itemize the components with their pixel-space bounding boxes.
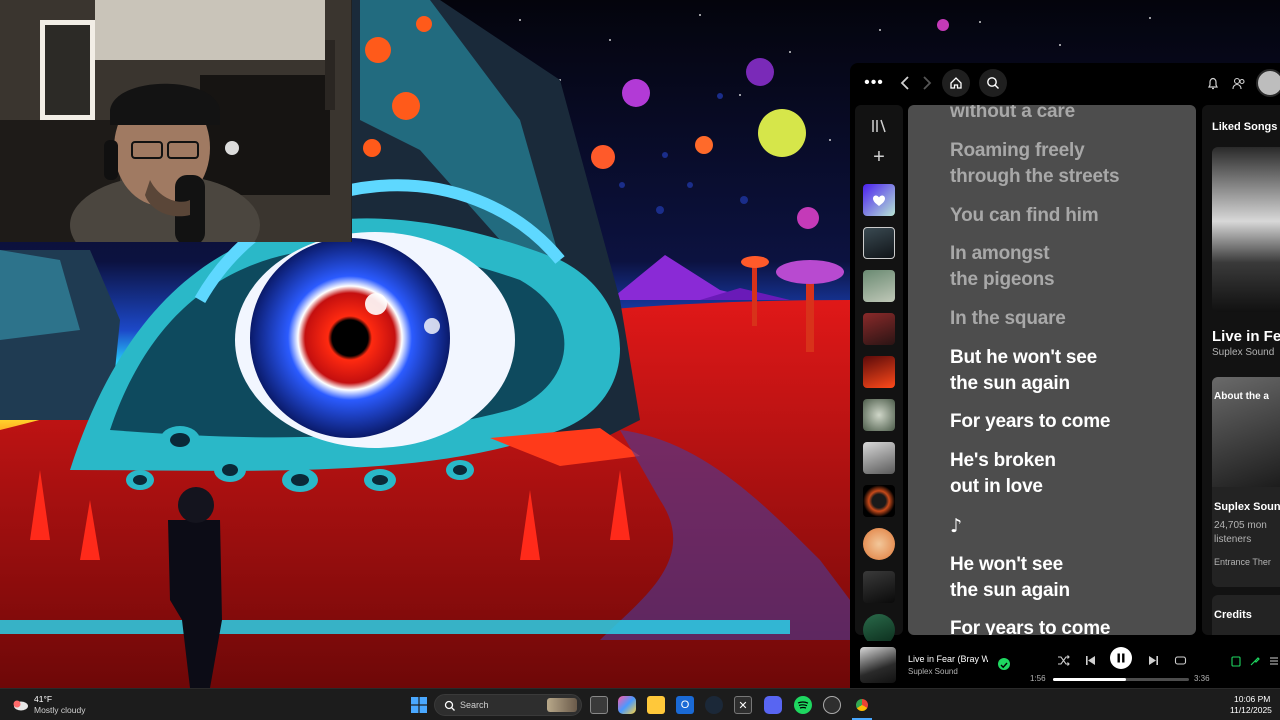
heart-icon <box>873 195 885 206</box>
more-options-icon[interactable]: ••• <box>864 73 884 93</box>
elapsed-time: 1:56 <box>1030 674 1046 683</box>
monthly-listeners-count: 24,705 mon <box>1214 520 1267 531</box>
search-button[interactable] <box>979 69 1007 97</box>
lyric-line[interactable]: Roaming freely <box>950 138 1190 164</box>
library-item-album-6[interactable] <box>863 442 895 474</box>
now-playing-panel: Liked Songs Live in Fea Suplex Sound Abo… <box>1202 105 1280 635</box>
next-track-icon[interactable] <box>1145 653 1161 667</box>
webcam-feed <box>0 0 351 242</box>
shuffle-icon[interactable] <box>1055 653 1071 667</box>
player-album-thumbnail[interactable] <box>860 647 896 683</box>
forward-arrow-icon[interactable] <box>920 73 934 93</box>
outlook-icon[interactable]: O <box>676 696 694 714</box>
library-item-liked-songs[interactable] <box>863 184 895 216</box>
lyric-line[interactable]: In the square <box>950 306 1190 332</box>
artist-name[interactable]: Suplex Soun <box>1214 501 1280 513</box>
pause-icon <box>1117 653 1125 663</box>
lyric-line[interactable]: In amongst <box>950 241 1190 267</box>
task-view-icon[interactable] <box>590 696 608 714</box>
weather-icon[interactable] <box>10 694 30 714</box>
lyric-line[interactable]: For years to come <box>950 409 1190 435</box>
library-item-album-5[interactable] <box>863 399 895 431</box>
lyric-music-note[interactable]: ♪ <box>950 513 1190 539</box>
lyric-line[interactable]: You can find him <box>950 203 1190 229</box>
search-highlight-image <box>547 698 577 712</box>
credits-card[interactable]: Credits <box>1212 595 1280 635</box>
taskbar-search-box[interactable]: Search <box>434 694 582 716</box>
lyric-line-current[interactable]: the sun again <box>950 371 1190 397</box>
playback-progress-bar[interactable] <box>1053 678 1189 681</box>
taskbar-clock-date[interactable]: 11/12/2025 <box>1230 705 1272 715</box>
credits-heading: Credits <box>1214 609 1252 621</box>
lyric-line[interactable]: For years to come <box>950 616 1190 635</box>
library-item-album-2[interactable] <box>863 270 895 302</box>
windows-start-icon[interactable] <box>410 696 428 714</box>
now-playing-track-title[interactable]: Live in Fea <box>1212 328 1280 345</box>
friend-activity-icon[interactable] <box>1231 75 1247 91</box>
library-item-album-4[interactable] <box>863 356 895 388</box>
monthly-listeners-label: listeners <box>1214 534 1252 545</box>
home-icon <box>950 77 962 89</box>
windows-taskbar: 41°F Mostly cloudy Search O ✕ 10:06 PM 1… <box>0 688 1280 720</box>
copilot-icon[interactable] <box>618 696 636 714</box>
notifications-bell-icon[interactable] <box>1205 75 1221 91</box>
now-playing-view-icon[interactable] <box>1230 655 1242 667</box>
search-icon <box>444 700 455 711</box>
about-artist-heading: About the a <box>1214 391 1269 402</box>
lyric-line[interactable]: out in love <box>950 474 1190 500</box>
library-item-album-7[interactable] <box>863 485 895 517</box>
back-arrow-icon[interactable] <box>898 73 912 93</box>
create-playlist-plus-icon[interactable]: + <box>867 145 891 169</box>
your-library-icon[interactable] <box>869 117 889 135</box>
now-playing-context-title[interactable]: Liked Songs <box>1212 121 1277 133</box>
lyric-line-current[interactable]: But he won't see <box>950 345 1190 371</box>
desktop: ••• + without a care Roaming freely thro… <box>0 0 1280 720</box>
previous-track-icon[interactable] <box>1082 653 1098 667</box>
saved-check-icon[interactable] <box>998 658 1010 670</box>
total-duration: 3:36 <box>1194 674 1210 683</box>
xbox-icon[interactable]: ✕ <box>734 696 752 714</box>
library-sidebar: + <box>855 105 903 646</box>
repeat-icon[interactable] <box>1172 653 1188 667</box>
search-icon <box>987 77 999 89</box>
spotify-window: ••• + without a care Roaming freely thro… <box>850 63 1280 688</box>
artist-bio-snippet: Entrance Ther <box>1214 557 1271 567</box>
lyric-line[interactable]: through the streets <box>950 164 1190 190</box>
file-explorer-icon[interactable] <box>647 696 665 714</box>
pause-button[interactable] <box>1110 647 1132 669</box>
home-button[interactable] <box>942 69 970 97</box>
obs-icon[interactable] <box>823 696 841 714</box>
user-avatar[interactable] <box>1256 69 1280 97</box>
taskbar-search-placeholder: Search <box>460 700 489 710</box>
lyric-line[interactable]: the sun again <box>950 578 1190 604</box>
playback-bar: Live in Fear (Bray W Suplex Sound 1:56 3… <box>850 641 1280 688</box>
library-item-artist-1[interactable] <box>863 528 895 560</box>
weather-description[interactable]: Mostly cloudy <box>34 705 86 715</box>
lyrics-panel: without a care Roaming freely through th… <box>908 105 1196 635</box>
lyric-line[interactable]: the pigeons <box>950 267 1190 293</box>
taskbar-clock-time[interactable]: 10:06 PM <box>1234 694 1270 704</box>
player-track-title[interactable]: Live in Fear (Bray W <box>908 654 988 664</box>
about-artist-card[interactable]: About the a Suplex Soun 24,705 mon liste… <box>1212 377 1280 587</box>
lyrics-mic-icon[interactable] <box>1248 655 1260 667</box>
library-item-album-1[interactable] <box>863 227 895 259</box>
library-item-album-3[interactable] <box>863 313 895 345</box>
album-art-large <box>1212 147 1280 312</box>
lyric-line[interactable]: without a care <box>950 105 1190 125</box>
spotify-topbar: ••• <box>850 63 1280 103</box>
weather-temperature[interactable]: 41°F <box>34 694 52 704</box>
spotify-icon[interactable] <box>794 696 812 714</box>
steam-icon[interactable] <box>705 696 723 714</box>
webcam-overlay <box>0 0 352 242</box>
library-item-album-8[interactable] <box>863 571 895 603</box>
chrome-icon[interactable] <box>853 696 871 714</box>
playback-progress-fill <box>1053 678 1127 681</box>
discord-icon[interactable] <box>764 696 782 714</box>
lyric-line[interactable]: He's broken <box>950 448 1190 474</box>
now-playing-track-artist[interactable]: Suplex Sound <box>1212 347 1274 358</box>
lyric-line[interactable]: He won't see <box>950 552 1190 578</box>
queue-icon[interactable] <box>1268 655 1280 667</box>
player-track-artist[interactable]: Suplex Sound <box>908 667 958 676</box>
